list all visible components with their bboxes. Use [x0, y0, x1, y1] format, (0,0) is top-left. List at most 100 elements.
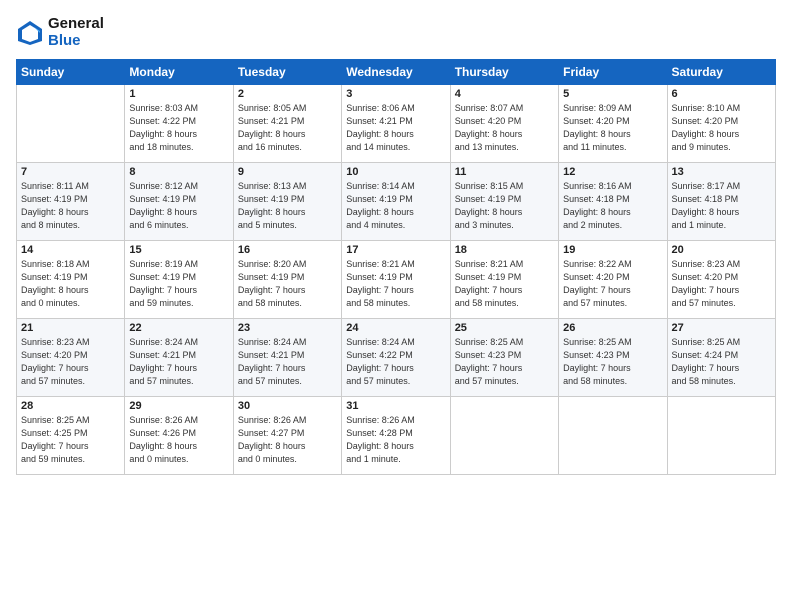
day-number: 3: [346, 88, 445, 100]
day-number: 9: [238, 166, 337, 178]
calendar-week-row: 7 Sunrise: 8:11 AM Sunset: 4:19 PM Daylig…: [17, 163, 776, 241]
day-number: 8: [129, 166, 228, 178]
calendar-cell: 15 Sunrise: 8:19 AM Sunset: 4:19 PM Dayli…: [125, 241, 233, 319]
calendar-week-row: 1 Sunrise: 8:03 AM Sunset: 4:22 PM Daylig…: [17, 85, 776, 163]
day-info: Sunrise: 8:26 AM Sunset: 4:27 PM Dayligh…: [238, 414, 337, 466]
calendar-cell: 17Sunrise: 8:21 AM Sunset: 4:19 PM Dayli…: [342, 241, 450, 319]
day-number: 19: [563, 244, 662, 256]
weekday-header: Tuesday: [233, 60, 341, 85]
calendar-cell: 28Sunrise: 8:25 AM Sunset: 4:25 PM Dayli…: [17, 397, 125, 475]
weekday-header: Saturday: [667, 60, 775, 85]
header-row: SundayMondayTuesdayWednesdayThursdayFrid…: [17, 60, 776, 85]
day-number: 11: [455, 166, 554, 178]
calendar-cell: 12Sunrise: 8:16 AM Sunset: 4:18 PM Dayli…: [559, 163, 667, 241]
calendar-cell: 23 Sunrise: 8:24 AM Sunset: 4:21 PM Dayli…: [233, 319, 341, 397]
day-info: Sunrise: 8:07 AM Sunset: 4:20 PM Dayligh…: [455, 102, 554, 154]
day-number: 29: [129, 400, 228, 412]
day-info: Sunrise: 8:03 AM Sunset: 4:22 PM Dayligh…: [129, 102, 228, 154]
day-info: Sunrise: 8:25 AM Sunset: 4:23 PM Dayligh…: [455, 336, 554, 388]
day-number: 18: [455, 244, 554, 256]
day-number: 21: [21, 322, 120, 334]
page-container: General Blue SundayMondayTuesdayWednesda…: [0, 0, 792, 483]
logo-icon: [16, 19, 44, 47]
calendar-cell: 7 Sunrise: 8:11 AM Sunset: 4:19 PM Daylig…: [17, 163, 125, 241]
day-number: 5: [563, 88, 662, 100]
day-info: Sunrise: 8:11 AM Sunset: 4:19 PM Dayligh…: [21, 180, 120, 232]
day-number: 12: [563, 166, 662, 178]
calendar-cell: 22Sunrise: 8:24 AM Sunset: 4:21 PM Dayli…: [125, 319, 233, 397]
day-info: Sunrise: 8:19 AM Sunset: 4:19 PM Dayligh…: [129, 258, 228, 310]
day-number: 22: [129, 322, 228, 334]
calendar-cell: 29Sunrise: 8:26 AM Sunset: 4:26 PM Dayli…: [125, 397, 233, 475]
day-number: 14: [21, 244, 120, 256]
day-number: 23: [238, 322, 337, 334]
calendar-cell: 26Sunrise: 8:25 AM Sunset: 4:23 PM Dayli…: [559, 319, 667, 397]
calendar-cell: 25 Sunrise: 8:25 AM Sunset: 4:23 PM Dayli…: [450, 319, 558, 397]
logo: General Blue: [16, 16, 104, 49]
day-number: 7: [21, 166, 120, 178]
calendar-cell: 13Sunrise: 8:17 AM Sunset: 4:18 PM Dayli…: [667, 163, 775, 241]
day-number: 1: [129, 88, 228, 100]
day-info: Sunrise: 8:23 AM Sunset: 4:20 PM Dayligh…: [21, 336, 120, 388]
calendar-cell: [559, 397, 667, 475]
calendar-cell: [450, 397, 558, 475]
weekday-header: Sunday: [17, 60, 125, 85]
calendar-cell: 30 Sunrise: 8:26 AM Sunset: 4:27 PM Dayli…: [233, 397, 341, 475]
day-info: Sunrise: 8:12 AM Sunset: 4:19 PM Dayligh…: [129, 180, 228, 232]
calendar-cell: 4Sunrise: 8:07 AM Sunset: 4:20 PM Daylig…: [450, 85, 558, 163]
day-info: Sunrise: 8:24 AM Sunset: 4:21 PM Dayligh…: [238, 336, 337, 388]
day-number: 15: [129, 244, 228, 256]
day-number: 31: [346, 400, 445, 412]
day-info: Sunrise: 8:15 AM Sunset: 4:19 PM Dayligh…: [455, 180, 554, 232]
day-info: Sunrise: 8:17 AM Sunset: 4:18 PM Dayligh…: [672, 180, 771, 232]
calendar-cell: 14 Sunrise: 8:18 AM Sunset: 4:19 PM Dayli…: [17, 241, 125, 319]
calendar-table: SundayMondayTuesdayWednesdayThursdayFrid…: [16, 59, 776, 475]
calendar-cell: [17, 85, 125, 163]
day-number: 20: [672, 244, 771, 256]
weekday-header: Friday: [559, 60, 667, 85]
day-info: Sunrise: 8:20 AM Sunset: 4:19 PM Dayligh…: [238, 258, 337, 310]
logo-text: General Blue: [48, 16, 104, 49]
calendar-cell: [667, 397, 775, 475]
calendar-cell: 6Sunrise: 8:10 AM Sunset: 4:20 PM Daylig…: [667, 85, 775, 163]
calendar-week-row: 14 Sunrise: 8:18 AM Sunset: 4:19 PM Dayli…: [17, 241, 776, 319]
weekday-header: Monday: [125, 60, 233, 85]
calendar-cell: 16 Sunrise: 8:20 AM Sunset: 4:19 PM Dayli…: [233, 241, 341, 319]
calendar-cell: 11 Sunrise: 8:15 AM Sunset: 4:19 PM Dayli…: [450, 163, 558, 241]
day-number: 6: [672, 88, 771, 100]
calendar-cell: 8 Sunrise: 8:12 AM Sunset: 4:19 PM Daylig…: [125, 163, 233, 241]
day-info: Sunrise: 8:18 AM Sunset: 4:19 PM Dayligh…: [21, 258, 120, 310]
day-number: 27: [672, 322, 771, 334]
calendar-cell: 10 Sunrise: 8:14 AM Sunset: 4:19 PM Dayli…: [342, 163, 450, 241]
day-info: Sunrise: 8:24 AM Sunset: 4:22 PM Dayligh…: [346, 336, 445, 388]
day-info: Sunrise: 8:25 AM Sunset: 4:25 PM Dayligh…: [21, 414, 120, 466]
calendar-cell: 31Sunrise: 8:26 AM Sunset: 4:28 PM Dayli…: [342, 397, 450, 475]
day-info: Sunrise: 8:13 AM Sunset: 4:19 PM Dayligh…: [238, 180, 337, 232]
day-number: 16: [238, 244, 337, 256]
day-info: Sunrise: 8:14 AM Sunset: 4:19 PM Dayligh…: [346, 180, 445, 232]
weekday-header: Thursday: [450, 60, 558, 85]
calendar-cell: 1 Sunrise: 8:03 AM Sunset: 4:22 PM Daylig…: [125, 85, 233, 163]
calendar-cell: 20 Sunrise: 8:23 AM Sunset: 4:20 PM Dayli…: [667, 241, 775, 319]
day-number: 10: [346, 166, 445, 178]
calendar-cell: 5 Sunrise: 8:09 AM Sunset: 4:20 PM Daylig…: [559, 85, 667, 163]
day-info: Sunrise: 8:21 AM Sunset: 4:19 PM Dayligh…: [455, 258, 554, 310]
day-number: 17: [346, 244, 445, 256]
weekday-header: Wednesday: [342, 60, 450, 85]
day-info: Sunrise: 8:25 AM Sunset: 4:23 PM Dayligh…: [563, 336, 662, 388]
day-info: Sunrise: 8:05 AM Sunset: 4:21 PM Dayligh…: [238, 102, 337, 154]
day-info: Sunrise: 8:23 AM Sunset: 4:20 PM Dayligh…: [672, 258, 771, 310]
day-info: Sunrise: 8:06 AM Sunset: 4:21 PM Dayligh…: [346, 102, 445, 154]
calendar-cell: 24Sunrise: 8:24 AM Sunset: 4:22 PM Dayli…: [342, 319, 450, 397]
calendar-cell: 18 Sunrise: 8:21 AM Sunset: 4:19 PM Dayli…: [450, 241, 558, 319]
day-number: 30: [238, 400, 337, 412]
calendar-cell: 9 Sunrise: 8:13 AM Sunset: 4:19 PM Daylig…: [233, 163, 341, 241]
calendar-cell: 27 Sunrise: 8:25 AM Sunset: 4:24 PM Dayli…: [667, 319, 775, 397]
day-info: Sunrise: 8:22 AM Sunset: 4:20 PM Dayligh…: [563, 258, 662, 310]
header: General Blue: [16, 16, 776, 49]
day-info: Sunrise: 8:25 AM Sunset: 4:24 PM Dayligh…: [672, 336, 771, 388]
day-info: Sunrise: 8:09 AM Sunset: 4:20 PM Dayligh…: [563, 102, 662, 154]
day-number: 25: [455, 322, 554, 334]
calendar-cell: 21 Sunrise: 8:23 AM Sunset: 4:20 PM Dayli…: [17, 319, 125, 397]
day-number: 2: [238, 88, 337, 100]
